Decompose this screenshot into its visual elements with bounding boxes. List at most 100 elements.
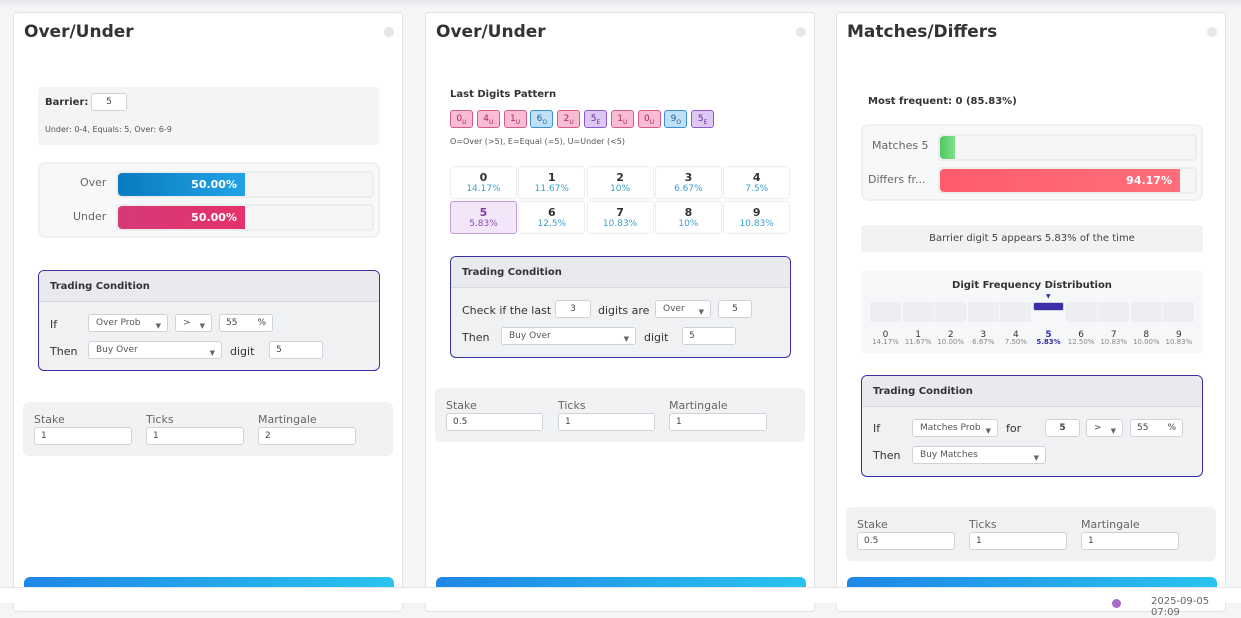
chevron-down-icon: ▼: [209, 349, 215, 357]
pattern-chip: 0U: [637, 110, 661, 128]
matches-bar-track: [938, 134, 1197, 161]
stake-panel: Stake 1 Ticks 1 Martingale 2: [23, 402, 393, 456]
operator-value: >: [183, 318, 191, 328]
digit-cell[interactable]: 2 10%: [586, 166, 654, 199]
selected-marker-icon: ▼: [1046, 293, 1051, 300]
digit-cell[interactable]: 3 6.67%: [654, 166, 722, 199]
digit-percent: 14.17%: [466, 184, 501, 194]
status-bar: 2025-09-05 07:09: [0, 587, 1241, 618]
pattern-type: E: [596, 118, 601, 126]
threshold-input[interactable]: 55%: [1130, 419, 1183, 437]
barrier-input[interactable]: 5: [91, 93, 127, 111]
digit-percent: 10%: [610, 184, 631, 194]
distribution-percent: 7.50%: [1004, 338, 1028, 346]
chevron-down-icon: ▼: [155, 322, 161, 330]
operator-select[interactable]: > ▼: [175, 314, 212, 332]
trading-condition: Trading Condition Check if the last 3 di…: [450, 256, 791, 358]
under-label: Under: [73, 210, 107, 223]
ticks-label: Ticks: [969, 518, 997, 531]
check-label: Check if the last: [462, 304, 552, 317]
pattern-chip: 9O: [664, 110, 688, 128]
digit-cell[interactable]: 7 10.83%: [586, 201, 654, 234]
for-digit-input[interactable]: 5: [1045, 419, 1080, 437]
digit-input[interactable]: 5: [269, 341, 323, 359]
operator-select[interactable]: > ▼: [1086, 419, 1123, 437]
operator-value: >: [1094, 423, 1102, 433]
digits-are-label: digits are: [598, 304, 650, 317]
stake-input[interactable]: 1: [34, 427, 132, 445]
scrollbar[interactable]: [1230, 12, 1241, 592]
distribution-columns: 0 14.17% 1 11.67% 2 10.00% 3 6.67% 4 7.50% ▼ 5 5.83%…: [870, 293, 1200, 352]
digit-input[interactable]: 5: [682, 327, 736, 345]
digit-cell[interactable]: 8 10%: [654, 201, 722, 234]
digit-percent: 11.67%: [534, 184, 569, 194]
direction-value: Over: [663, 304, 685, 314]
martingale-label: Martingale: [1081, 518, 1140, 531]
digit-percent: 7.5%: [745, 184, 769, 194]
trading-condition-title: Trading Condition: [862, 376, 1202, 407]
status-dot: [1207, 27, 1217, 37]
matches-bar-fill: [940, 136, 955, 159]
digit-value: 0: [479, 171, 488, 184]
pattern-chip: 0U: [450, 110, 473, 128]
most-frequent-text: Most frequent: 0 (85.83%): [868, 96, 1017, 107]
distribution-percent: 14.17%: [872, 338, 899, 346]
barrier-label: Barrier:: [45, 97, 89, 108]
stake-input[interactable]: 0.5: [446, 413, 543, 431]
digit-percent: 10.83%: [739, 219, 774, 229]
differs-bar-track: 94.17%: [938, 167, 1197, 194]
martingale-input[interactable]: 1: [669, 413, 767, 431]
digit-cell[interactable]: 0 14.17%: [450, 166, 517, 199]
stake-input[interactable]: 0.5: [857, 532, 955, 550]
condition-type-value: Over Prob: [96, 318, 141, 328]
distribution-percent: 10.00%: [937, 338, 965, 346]
ticks-input[interactable]: 1: [558, 413, 655, 431]
action-select[interactable]: Buy Over ▼: [501, 327, 636, 345]
last-n-input[interactable]: 3: [555, 300, 591, 318]
condition-type-select[interactable]: Matches Prob ▼: [912, 419, 998, 437]
direction-digit-input[interactable]: 5: [718, 300, 752, 318]
barrier-note: Under: 0-4, Equals: 5, Over: 6-9: [45, 125, 172, 134]
barrier-panel: Barrier: 5 Under: 0-4, Equals: 5, Over: …: [38, 87, 379, 145]
digit-value: 2: [616, 171, 624, 184]
pattern-chips: 0U 4U 1U 6O 2U 5E 1U 0U 9O 5E: [450, 110, 750, 130]
timestamp: 2025-09-05 07:09: [1151, 596, 1210, 618]
ticks-input[interactable]: 1: [146, 427, 244, 445]
pattern-chip: 6O: [530, 110, 554, 128]
digit-cell[interactable]: 6 12.5%: [518, 201, 586, 234]
pattern-type: O: [542, 118, 548, 126]
distribution-bar: [1098, 302, 1130, 322]
under-bar-fill: 50.00%: [118, 206, 245, 229]
pattern-type: E: [703, 118, 708, 126]
digit-cell[interactable]: 4 7.5%: [723, 166, 791, 199]
pattern-chip: 5E: [691, 110, 715, 128]
ticks-label: Ticks: [146, 413, 174, 426]
martingale-input[interactable]: 2: [258, 427, 356, 445]
digit-percent: 10%: [678, 219, 699, 229]
condition-type-select[interactable]: Over Prob ▼: [88, 314, 168, 332]
pattern-type: U: [462, 118, 467, 126]
status-dot: [384, 27, 394, 37]
pattern-chip: 5E: [584, 110, 607, 128]
action-select[interactable]: Buy Over ▼: [88, 341, 222, 359]
digit-cell[interactable]: 9 10.83%: [723, 201, 791, 234]
ticks-input[interactable]: 1: [969, 532, 1067, 550]
barrier-note-panel: Barrier digit 5 appears 5.83% of the tim…: [861, 225, 1203, 252]
digit-value: 5: [479, 206, 488, 219]
digit-label: digit: [644, 331, 669, 344]
martingale-input[interactable]: 1: [1081, 532, 1179, 550]
chevron-down-icon: ▼: [698, 308, 704, 316]
action-value: Buy Over: [509, 331, 551, 341]
threshold-input[interactable]: 55%: [219, 314, 273, 332]
distribution-percent: 10.00%: [1132, 338, 1160, 346]
digit-cell[interactable]: 5 5.83%: [450, 201, 517, 234]
direction-select[interactable]: Over ▼: [655, 300, 711, 318]
digit-cell[interactable]: 1 11.67%: [518, 166, 586, 199]
digit-percent: 6.67%: [674, 184, 703, 194]
under-bar-track: 50.00%: [116, 204, 374, 231]
matches-differs-bars: Matches 5 Differs fr... 94.17%: [861, 124, 1203, 201]
action-select[interactable]: Buy Matches ▼: [912, 446, 1046, 464]
ticks-label: Ticks: [558, 399, 586, 412]
over-bar-fill: 50.00%: [118, 173, 245, 196]
over-label: Over: [80, 176, 107, 189]
